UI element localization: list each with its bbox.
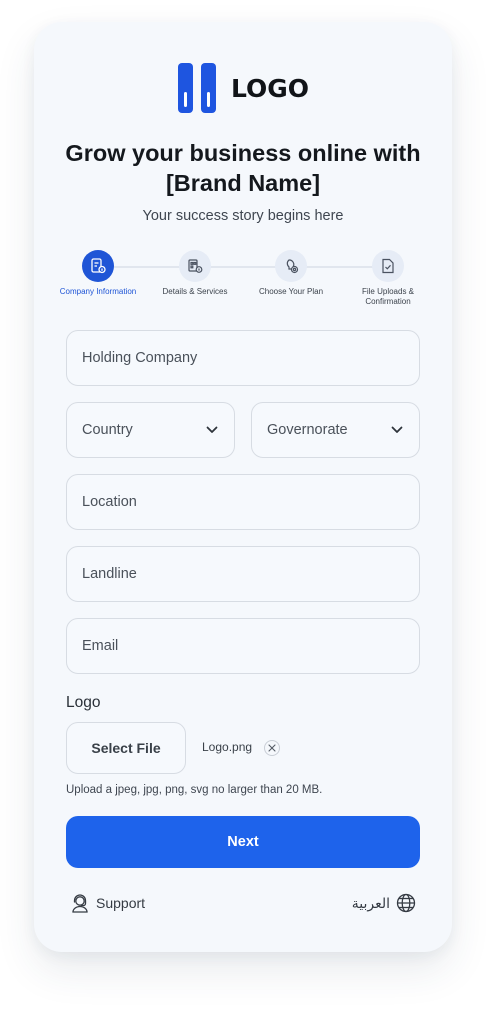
stepper-track <box>98 266 388 268</box>
signup-card: LOGO Grow your business online with [Bra… <box>34 22 452 952</box>
next-button[interactable]: Next <box>66 816 420 868</box>
support-agent-icon <box>72 894 88 913</box>
step-choose-plan[interactable]: Choose Your Plan <box>251 250 331 297</box>
step-label: File Uploads & Confirmation <box>361 287 415 306</box>
step-label: Company Information <box>59 287 137 296</box>
step-circle <box>82 250 114 282</box>
country-placeholder: Country <box>82 422 133 438</box>
governorate-select[interactable]: Governorate <box>251 402 420 458</box>
brand-logo: LOGO <box>34 62 452 114</box>
logo-upload-label: Logo <box>66 694 101 711</box>
landline-field[interactable]: Landline <box>66 546 420 602</box>
step-circle <box>275 250 307 282</box>
step-details-services[interactable]: Details & Services <box>155 250 235 297</box>
chevron-down-icon <box>206 426 218 433</box>
location-field[interactable]: Location <box>66 474 420 530</box>
governorate-placeholder: Governorate <box>267 422 348 438</box>
support-label: Support <box>96 895 146 911</box>
page-subtitle: Your success story begins here <box>142 208 344 224</box>
step-label: Details & Services <box>162 287 228 296</box>
globe-icon <box>396 893 416 913</box>
choose-plan-icon <box>286 259 299 274</box>
step-circle <box>179 250 211 282</box>
page-title: Grow your business online with [Brand Na… <box>65 140 421 196</box>
holding-company-placeholder: Holding Company <box>82 350 198 366</box>
step-file-uploads[interactable]: File Uploads & Confirmation <box>348 250 428 306</box>
upload-hint: Upload a jpeg, jpg, png, svg no larger t… <box>66 784 323 796</box>
email-placeholder: Email <box>82 638 119 654</box>
logo-text: LOGO <box>230 73 310 103</box>
select-file-button[interactable]: Select File <box>66 722 186 774</box>
location-placeholder: Location <box>82 494 137 510</box>
step-label: Choose Your Plan <box>258 287 324 296</box>
country-select[interactable]: Country <box>66 402 235 458</box>
step-circle <box>372 250 404 282</box>
landline-placeholder: Landline <box>82 566 137 582</box>
company-info-icon <box>91 258 106 274</box>
holding-company-field[interactable]: Holding Company <box>66 330 420 386</box>
uploaded-file-name: Logo.png <box>202 740 253 754</box>
file-upload-icon <box>382 258 394 274</box>
chevron-down-icon <box>391 426 403 433</box>
language-label: العربية <box>351 894 390 911</box>
step-company-information[interactable]: Company Information <box>58 250 138 297</box>
remove-file-button[interactable] <box>264 740 280 756</box>
language-switch[interactable]: العربية <box>352 892 416 914</box>
logo-mark-icon <box>177 63 216 113</box>
close-icon <box>268 744 276 752</box>
progress-stepper: Company Information Details & Services C… <box>34 250 452 320</box>
support-link[interactable]: Support <box>70 892 145 914</box>
email-field[interactable]: Email <box>66 618 420 674</box>
details-services-icon <box>188 259 203 273</box>
